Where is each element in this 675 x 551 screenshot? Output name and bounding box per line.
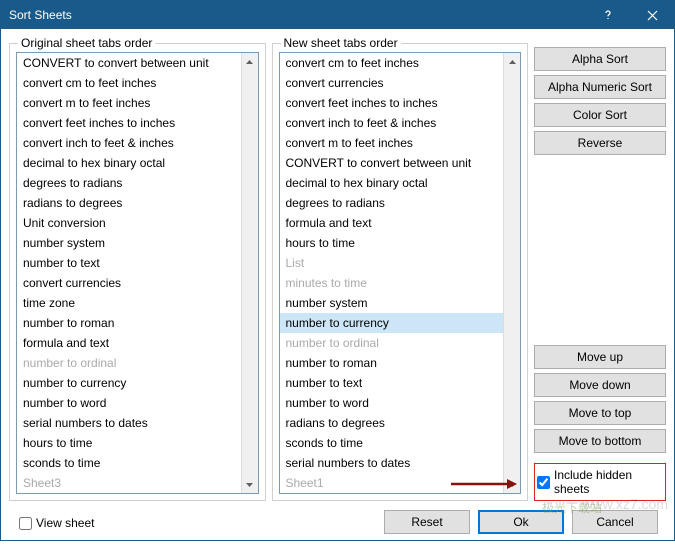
titlebar: Sort Sheets bbox=[1, 1, 674, 29]
list-item[interactable]: CONVERT to convert between unit bbox=[17, 53, 241, 73]
list-item[interactable]: CONVERT to convert between unit bbox=[280, 153, 504, 173]
list-item[interactable]: convert m to feet inches bbox=[17, 93, 241, 113]
list-item[interactable]: convert inch to feet & inches bbox=[280, 113, 504, 133]
dialog-content: Original sheet tabs order CONVERT to con… bbox=[1, 29, 674, 551]
cancel-button[interactable]: Cancel bbox=[572, 510, 658, 534]
list-item[interactable]: number to word bbox=[280, 393, 504, 413]
scroll-up-button[interactable] bbox=[504, 53, 520, 70]
include-hidden-label: Include hidden sheets bbox=[554, 468, 663, 496]
button-column: Alpha Sort Alpha Numeric Sort Color Sort… bbox=[534, 37, 666, 501]
list-item[interactable]: convert m to feet inches bbox=[280, 133, 504, 153]
list-item[interactable]: formula and text bbox=[17, 333, 241, 353]
list-item[interactable]: sconds to time bbox=[280, 433, 504, 453]
list-item[interactable]: number to text bbox=[17, 253, 241, 273]
color-sort-button[interactable]: Color Sort bbox=[534, 103, 666, 127]
list-item[interactable]: convert cm to feet inches bbox=[17, 73, 241, 93]
list-item[interactable]: convert feet inches to inches bbox=[17, 113, 241, 133]
help-button[interactable] bbox=[586, 1, 630, 29]
alpha-numeric-sort-button[interactable]: Alpha Numeric Sort bbox=[534, 75, 666, 99]
ok-button[interactable]: Ok bbox=[478, 510, 564, 534]
original-order-label: Original sheet tabs order bbox=[18, 36, 155, 50]
list-item[interactable]: radians to degrees bbox=[17, 193, 241, 213]
scrollbar[interactable] bbox=[503, 53, 520, 493]
move-down-button[interactable]: Move down bbox=[534, 373, 666, 397]
list-item[interactable]: serial numbers to dates bbox=[17, 413, 241, 433]
view-sheet-checkbox[interactable]: View sheet bbox=[17, 512, 96, 534]
list-item[interactable]: number system bbox=[280, 293, 504, 313]
include-hidden-input[interactable] bbox=[537, 476, 550, 489]
list-item[interactable]: decimal to hex binary octal bbox=[280, 173, 504, 193]
list-item[interactable]: number to text bbox=[280, 373, 504, 393]
reset-button[interactable]: Reset bbox=[384, 510, 470, 534]
list-item[interactable]: time zone bbox=[17, 293, 241, 313]
list-item[interactable]: number to word bbox=[17, 393, 241, 413]
dialog-footer: View sheet Reset Ok Cancel bbox=[9, 501, 666, 543]
view-sheet-label: View sheet bbox=[36, 516, 94, 530]
list-item[interactable]: Unit conversion bbox=[17, 213, 241, 233]
original-order-list[interactable]: CONVERT to convert between unitconvert c… bbox=[17, 53, 241, 493]
list-item[interactable]: hours to time bbox=[17, 433, 241, 453]
move-to-top-button[interactable]: Move to top bbox=[534, 401, 666, 425]
list-item[interactable]: number to roman bbox=[17, 313, 241, 333]
original-order-group: Original sheet tabs order CONVERT to con… bbox=[9, 43, 266, 501]
window-title: Sort Sheets bbox=[9, 8, 586, 22]
move-up-button[interactable]: Move up bbox=[534, 345, 666, 369]
list-item[interactable]: sconds to time bbox=[17, 453, 241, 473]
list-item[interactable]: minutes to time bbox=[280, 273, 504, 293]
list-item[interactable]: decimal to hex binary octal bbox=[17, 153, 241, 173]
list-item[interactable]: convert inch to feet & inches bbox=[17, 133, 241, 153]
scroll-down-button[interactable] bbox=[504, 476, 520, 493]
scroll-up-button[interactable] bbox=[242, 53, 258, 70]
list-item[interactable]: number to currency bbox=[17, 373, 241, 393]
list-item[interactable]: convert cm to feet inches bbox=[280, 53, 504, 73]
dialog-window: Sort Sheets Original sheet tabs order CO… bbox=[0, 0, 675, 541]
scroll-down-button[interactable] bbox=[242, 476, 258, 493]
include-hidden-checkbox[interactable]: Include hidden sheets bbox=[534, 463, 666, 501]
new-order-list[interactable]: convert cm to feet inchesconvert currenc… bbox=[280, 53, 504, 493]
scrollbar[interactable] bbox=[241, 53, 258, 493]
list-item[interactable]: number to currency bbox=[280, 313, 504, 333]
new-order-group: New sheet tabs order convert cm to feet … bbox=[272, 43, 529, 501]
reverse-button[interactable]: Reverse bbox=[534, 131, 666, 155]
list-item[interactable]: number to ordinal bbox=[17, 353, 241, 373]
list-item[interactable]: convert currencies bbox=[17, 273, 241, 293]
list-item[interactable]: hours to time bbox=[280, 233, 504, 253]
scroll-track[interactable] bbox=[242, 70, 258, 476]
close-button[interactable] bbox=[630, 1, 674, 29]
move-to-bottom-button[interactable]: Move to bottom bbox=[534, 429, 666, 453]
new-order-label: New sheet tabs order bbox=[281, 36, 401, 50]
list-item[interactable]: Sheet3 bbox=[17, 473, 241, 493]
list-item[interactable]: List bbox=[280, 253, 504, 273]
list-item[interactable]: convert feet inches to inches bbox=[280, 93, 504, 113]
list-item[interactable]: number to ordinal bbox=[280, 333, 504, 353]
alpha-sort-button[interactable]: Alpha Sort bbox=[534, 47, 666, 71]
view-sheet-input[interactable] bbox=[19, 517, 32, 530]
list-item[interactable]: serial numbers to dates bbox=[280, 453, 504, 473]
list-item[interactable]: degrees to radians bbox=[17, 173, 241, 193]
list-item[interactable]: Sheet1 bbox=[280, 473, 504, 493]
list-item[interactable]: radians to degrees bbox=[280, 413, 504, 433]
list-item[interactable]: number system bbox=[17, 233, 241, 253]
list-item[interactable]: formula and text bbox=[280, 213, 504, 233]
list-item[interactable]: convert currencies bbox=[280, 73, 504, 93]
scroll-track[interactable] bbox=[504, 70, 520, 476]
list-item[interactable]: number to roman bbox=[280, 353, 504, 373]
list-item[interactable]: degrees to radians bbox=[280, 193, 504, 213]
